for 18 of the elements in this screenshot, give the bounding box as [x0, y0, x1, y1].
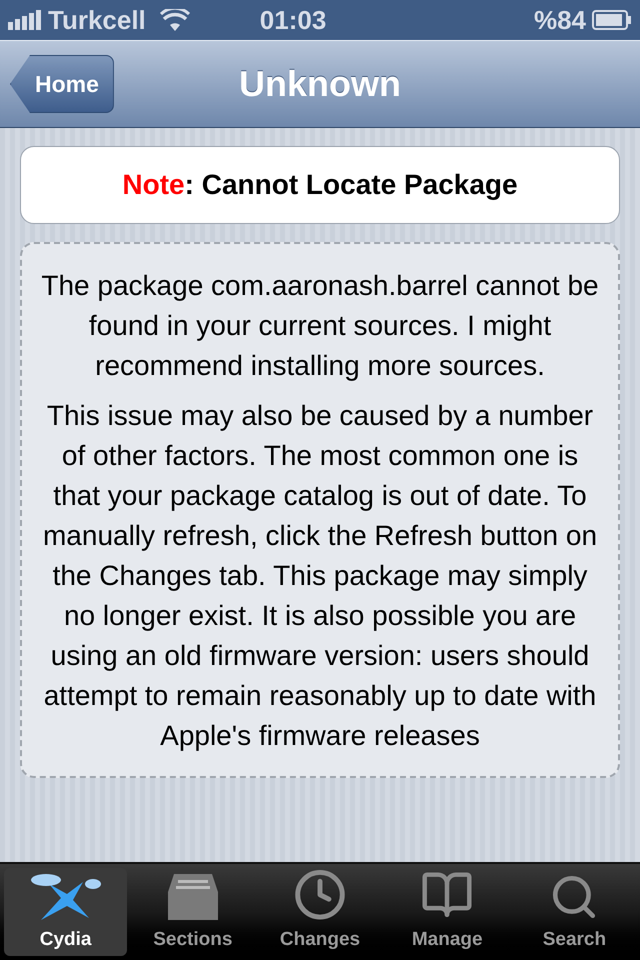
drawer-icon — [166, 872, 220, 922]
tab-item[interactable]: Manage — [386, 868, 509, 956]
message-paragraph: The package com.aaronash.barrel cannot be found in your current sources. I might recommend installing more sources. — [40, 269, 600, 383]
clock-time: 01:03 — [260, 4, 326, 36]
battery-percent: %84 — [534, 4, 586, 36]
message-paragraph: This issue may also be caused by a number of other factors. The most common one is that your package catalog is out of date. To manually refresh, click the Refresh button on the Changes tab. This package may simply no longer exist. It is also possible you are using an old firmware version: users should attempt to remain reasonably up to date with Apple's firmware releases — [42, 399, 598, 753]
back-button[interactable]: Home — [10, 55, 114, 113]
carrier-name: Turkcell — [48, 4, 146, 36]
tab-item[interactable]: Changes — [258, 868, 382, 956]
tab-item[interactable]: Cydia — [4, 868, 128, 956]
tab-item[interactable]: Search — [512, 868, 636, 956]
wifi-icon — [160, 9, 190, 31]
clock-icon — [293, 868, 347, 922]
battery-icon — [592, 10, 632, 30]
note-heading: Note: Cannot Locate Package — [122, 168, 518, 202]
tab-item[interactable]: Sections — [131, 868, 254, 956]
signal-icon — [8, 10, 44, 30]
screen-title: Unknown — [239, 62, 401, 106]
